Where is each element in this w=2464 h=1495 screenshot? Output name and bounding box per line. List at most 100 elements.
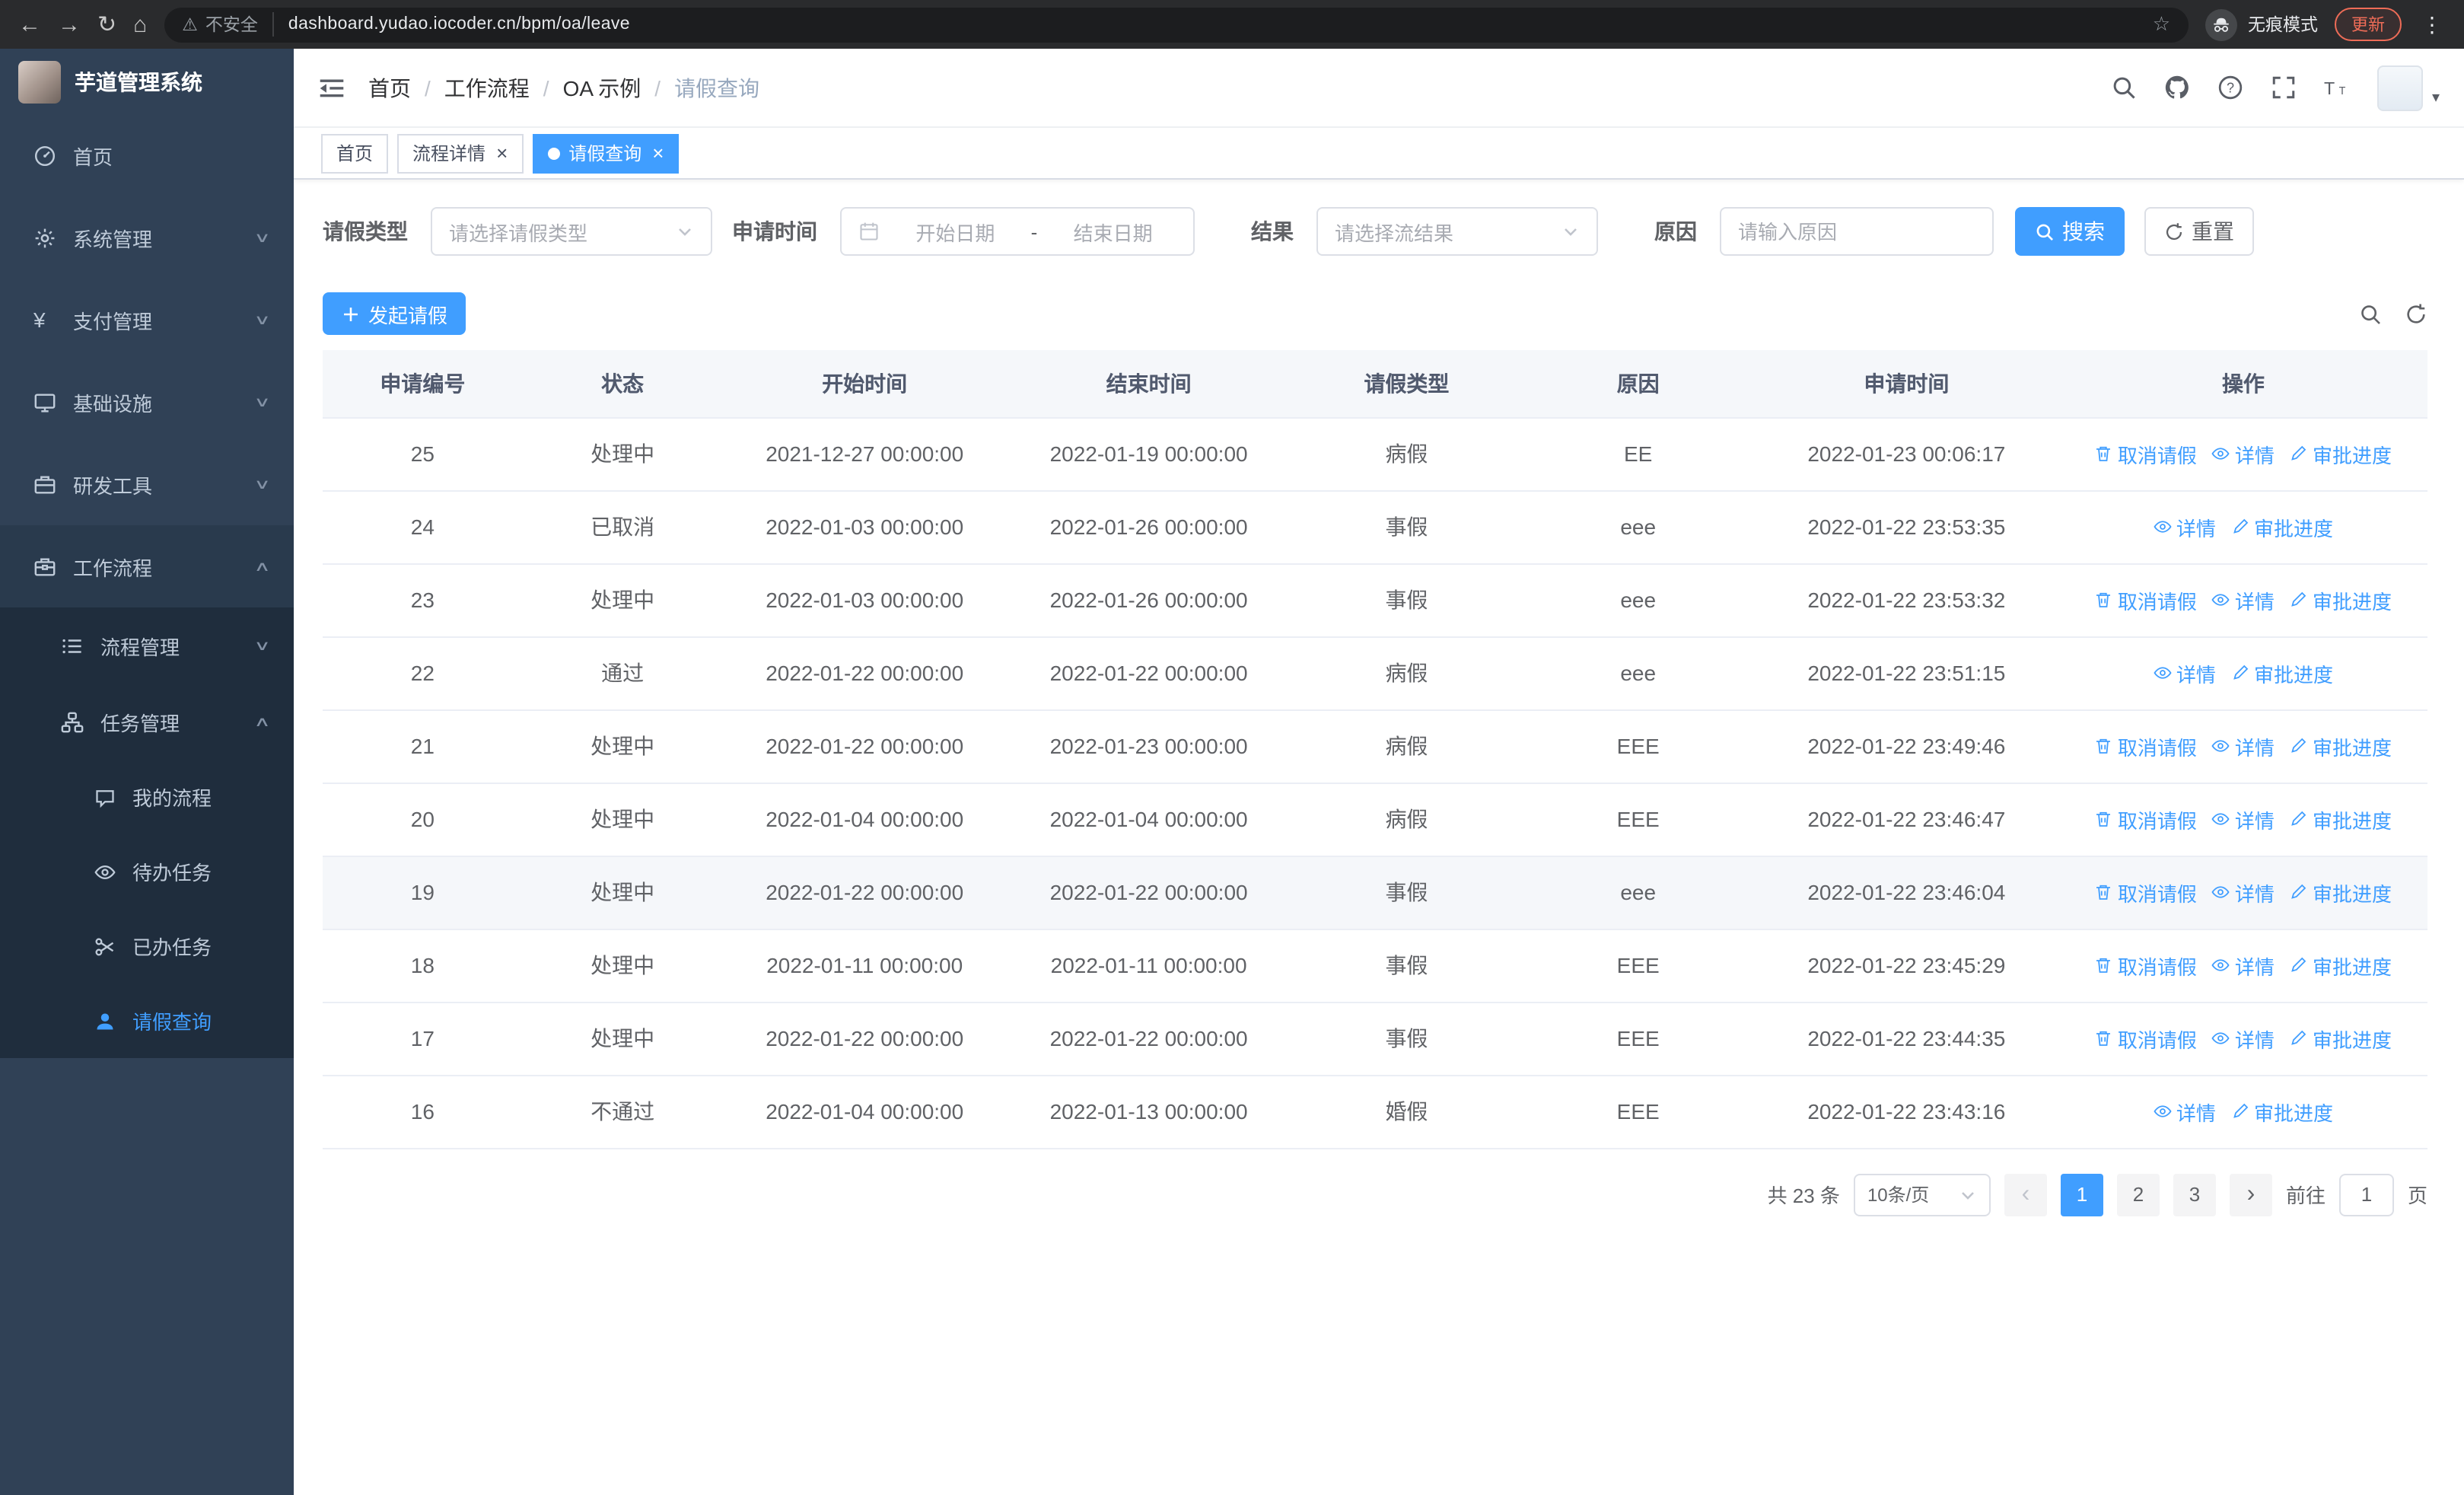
address-bar[interactable]: ⚠ 不安全 dashboard.yudao.iocoder.cn/bpm/oa/l… [164,7,2189,42]
cancel-action-link[interactable]: 取消请假 [2095,1024,2197,1053]
progress-action-link[interactable]: 审批进度 [2290,1024,2392,1053]
cancel-action-link[interactable]: 取消请假 [2095,439,2197,468]
result-select[interactable]: 请选择流结果 [1316,207,1598,256]
detail-action-link[interactable]: 详情 [2154,1097,2216,1126]
security-status[interactable]: ⚠ 不安全 [182,12,275,37]
detail-action-link[interactable]: 详情 [2154,512,2216,541]
progress-action-link[interactable]: 审批进度 [2290,732,2392,760]
sidebar-collapse-icon[interactable] [318,74,345,101]
sidebar-item-payment[interactable]: ¥ 支付管理 ∨ [0,279,294,361]
reason-input[interactable] [1738,220,1975,243]
detail-action-link[interactable]: 详情 [2212,439,2275,468]
user-avatar[interactable] [2376,65,2423,110]
progress-action-link[interactable]: 审批进度 [2290,951,2392,980]
create-leave-button[interactable]: 发起请假 [323,292,466,335]
progress-action-link[interactable]: 审批进度 [2231,658,2333,687]
browser-update-button[interactable]: 更新 [2335,8,2402,41]
detail-action-link[interactable]: 详情 [2154,658,2216,687]
sidebar-item-process-management[interactable]: 流程管理 ∨ [0,607,294,684]
cancel-action-link[interactable]: 取消请假 [2095,878,2197,907]
search-button[interactable]: 搜索 [2015,207,2125,256]
close-icon[interactable]: × [496,143,508,163]
column-header: 原因 [1522,350,1754,418]
sidebar-item-workflow[interactable]: 工作流程 ∧ [0,525,294,607]
cancel-action-link[interactable]: 取消请假 [2095,585,2197,614]
bookmark-star-icon[interactable]: ☆ [2153,12,2170,37]
sidebar-item-home[interactable]: 首页 [0,114,294,196]
sidebar-item-my-process[interactable]: 我的流程 [0,760,294,834]
sidebar-item-dev-tools[interactable]: 研发工具 ∨ [0,443,294,525]
browser-menu-icon[interactable]: ⋮ [2418,11,2446,37]
sidebar-menu: 首页 系统管理 ∨ ¥ 支付管理 ∨ 基础设施 ∨ 研发工具 ∨ 工作流程 ∧ … [0,114,294,1495]
next-page-button[interactable]: › [2229,1173,2272,1216]
sidebar-item-done-tasks[interactable]: 已办任务 [0,909,294,983]
sidebar-item-task-management[interactable]: 任务管理 ∧ [0,684,294,760]
apply-time-range-picker[interactable]: 开始日期 - 结束日期 [840,207,1195,256]
back-icon[interactable]: ← [18,13,41,36]
detail-action-link[interactable]: 详情 [2212,951,2275,980]
cancel-action-link[interactable]: 取消请假 [2095,732,2197,760]
forward-icon[interactable]: → [58,13,81,36]
progress-action-link[interactable]: 审批进度 [2231,512,2333,541]
cell-id: 23 [323,563,523,637]
cell-reason: EE [1522,417,1754,491]
close-icon[interactable]: × [652,143,664,163]
progress-action-link[interactable]: 审批进度 [2290,878,2392,907]
cell-end: 2022-01-13 00:00:00 [1006,1075,1291,1149]
app-logo[interactable]: 芋道管理系统 [0,49,294,114]
reload-icon[interactable]: ↻ [97,13,116,36]
filter-form: 请假类型 请选择请假类型 申请时间 开始日期 - 结束日期 结果 请选择流结果 … [323,207,2427,256]
chevron-down-icon: ∨ [254,229,272,244]
cancel-action-link[interactable]: 取消请假 [2095,951,2197,980]
detail-action-link[interactable]: 详情 [2212,1024,2275,1053]
fullscreen-icon[interactable] [2271,75,2297,100]
tab-process-detail[interactable]: 流程详情 × [397,133,524,173]
progress-action-link[interactable]: 审批进度 [2290,439,2392,468]
reset-button[interactable]: 重置 [2144,207,2254,256]
breadcrumb-item[interactable]: OA 示例 [563,72,641,103]
chevron-down-icon [1959,1185,1977,1203]
prev-page-button[interactable]: ‹ [2004,1173,2047,1216]
svg-text:?: ? [2227,80,2234,95]
refresh-table-icon[interactable] [2405,302,2427,325]
breadcrumb: 首页 / 工作流程 / OA 示例 / 请假查询 [368,72,759,103]
cancel-action-link[interactable]: 取消请假 [2095,805,2197,834]
detail-action-link[interactable]: 详情 [2212,732,2275,760]
search-icon[interactable] [2111,75,2137,100]
sidebar-item-system[interactable]: 系统管理 ∨ [0,196,294,279]
detail-action-link[interactable]: 详情 [2212,805,2275,834]
toggle-search-icon[interactable] [2359,302,2382,325]
home-icon[interactable]: ⌂ [133,13,147,36]
page-button-3[interactable]: 3 [2173,1173,2216,1216]
yen-icon: ¥ [33,307,46,331]
cell-start: 2022-01-03 00:00:00 [722,490,1007,564]
warning-icon: ⚠ [182,17,198,35]
breadcrumb-item[interactable]: 首页 [368,72,411,103]
sidebar-item-infrastructure[interactable]: 基础设施 ∨ [0,361,294,443]
help-icon[interactable]: ? [2217,75,2243,100]
page-button-2[interactable]: 2 [2116,1173,2160,1216]
breadcrumb-item[interactable]: 工作流程 [444,72,530,103]
caret-down-icon[interactable]: ▾ [2432,89,2440,110]
github-icon[interactable] [2164,75,2190,100]
cell-apply_time: 2022-01-22 23:46:04 [1753,856,2059,929]
cell-reason: eee [1522,563,1754,637]
progress-action-link[interactable]: 审批进度 [2290,585,2392,614]
progress-action-link[interactable]: 审批进度 [2290,805,2392,834]
sidebar-item-leave-query[interactable]: 请假查询 [0,983,294,1058]
detail-action-link[interactable]: 详情 [2212,878,2275,907]
goto-page-input[interactable] [2338,1173,2394,1216]
detail-action-link[interactable]: 详情 [2212,585,2275,614]
sidebar-item-todo-tasks[interactable]: 待办任务 [0,834,294,909]
leave-type-select[interactable]: 请选择请假类型 [431,207,712,256]
edit-icon [2290,883,2308,901]
tabs-bar: 首页 流程详情 × 请假查询 × [294,128,2464,180]
refresh-icon [2164,222,2184,241]
page-size-select[interactable]: 10条/页 [1853,1173,1991,1216]
progress-action-link[interactable]: 审批进度 [2231,1097,2333,1126]
font-size-icon[interactable]: TT [2324,75,2350,100]
tab-home[interactable]: 首页 [321,133,389,173]
page-button-1[interactable]: 1 [2060,1173,2103,1216]
eye-icon [2212,956,2230,974]
tab-leave-query[interactable]: 请假查询 × [532,133,680,173]
